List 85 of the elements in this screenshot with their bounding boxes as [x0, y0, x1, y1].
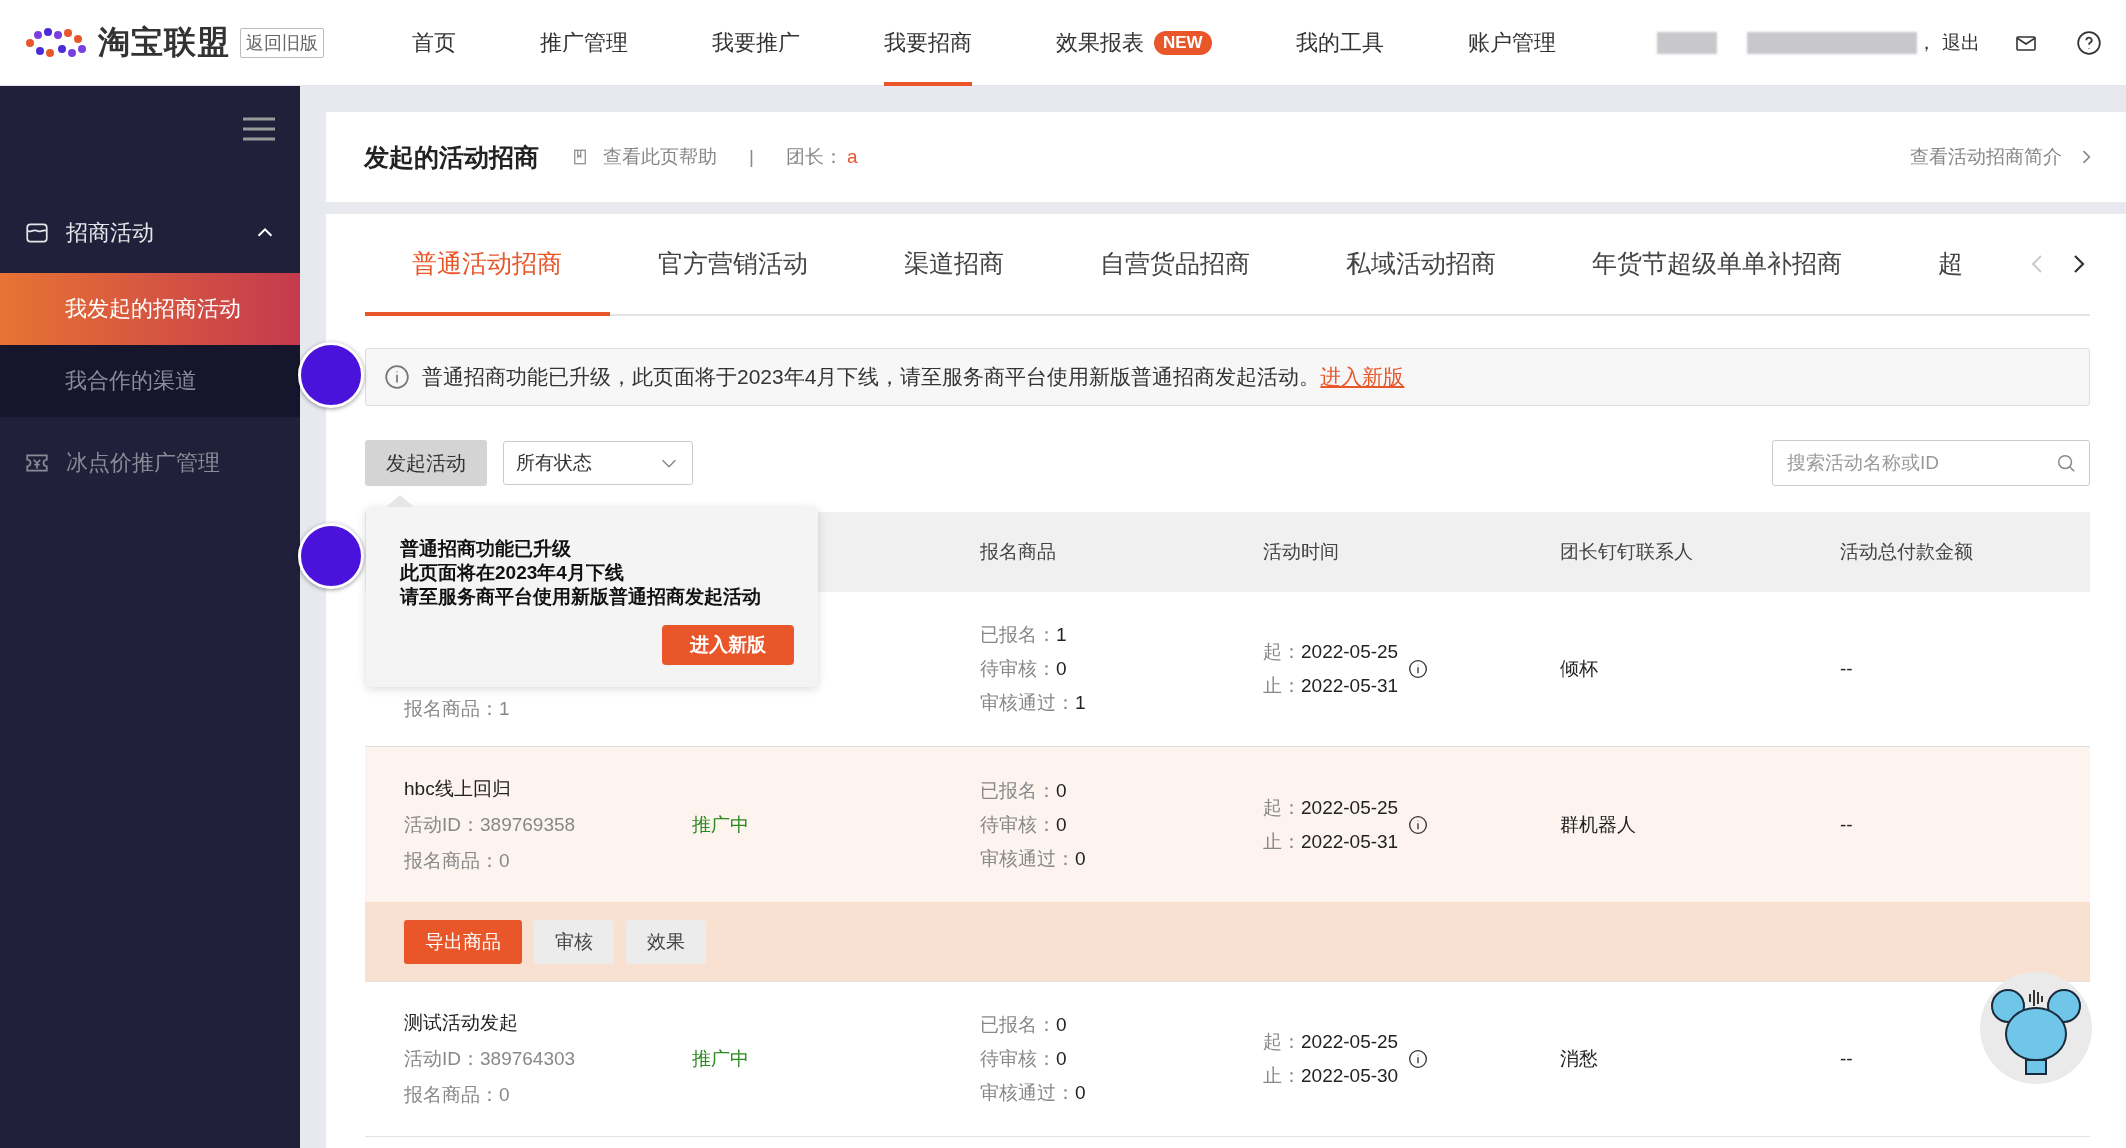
new-badge: NEW	[1154, 30, 1212, 55]
tab[interactable]: 渠道招商	[856, 214, 1052, 316]
tab[interactable]: 超	[1890, 214, 2011, 316]
sidebar-item[interactable]: 我合作的渠道	[0, 345, 300, 417]
logo-text: 淘宝联盟	[98, 22, 230, 62]
contact-cell-text: 倾杯	[1560, 657, 1599, 681]
book-icon	[571, 148, 589, 166]
nav-item[interactable]: 我要招商	[884, 0, 972, 86]
separator: ，	[1917, 30, 1936, 55]
activity-name: 测试活动发起	[404, 1011, 519, 1035]
info-icon	[1408, 814, 1429, 835]
logo-icon	[24, 26, 88, 59]
intro-link[interactable]: 查看活动招商简介	[1910, 144, 2062, 170]
tooltip-text: 此页面将在2023年4月下线	[400, 561, 625, 585]
end-date: 止：2022-05-31	[1263, 674, 1399, 698]
sidebar-group[interactable]: 冰点价推广管理	[66, 448, 276, 478]
notice-text: 普通招商功能已升级，此页面将于2023年4月下线，请至服务商平台使用新版普通招商发起活动。进入新版	[422, 364, 1405, 390]
nav-item[interactable]: 账户管理	[1467, 0, 1556, 86]
tab[interactable]: 自营货品招商	[1052, 214, 1298, 316]
leader-name: a	[846, 146, 858, 168]
activity-id: 活动ID：389764303	[404, 1047, 577, 1071]
action-button[interactable]: 效果	[626, 919, 706, 964]
stat-text: 审核通过：0	[980, 1081, 1087, 1105]
tab[interactable]: 官方营销活动	[610, 214, 856, 316]
nav-item[interactable]: 推广管理	[540, 0, 628, 86]
amount-cell-text: --	[1840, 813, 1854, 836]
info-icon	[1408, 1049, 1429, 1069]
store-icon	[24, 220, 50, 246]
start-date: 起：2022-05-25	[1263, 795, 1399, 820]
nav-item[interactable]: 效果报表 NEW	[1056, 0, 1212, 86]
sidebar-group[interactable]: 招商活动	[66, 218, 238, 248]
activity-name: hbc线上回归	[404, 776, 512, 801]
stat-text: 待审核：0	[980, 812, 1068, 837]
search-field[interactable]: 搜索活动名称或ID	[1772, 440, 2090, 486]
info-icon	[1408, 659, 1429, 679]
end-date: 止：2022-05-31	[1263, 829, 1399, 854]
sidebar-item[interactable]: 我发起的招商活动	[0, 273, 300, 345]
amount-cell-text: --	[1840, 658, 1854, 680]
nav-item[interactable]: 我的工具	[1295, 0, 1384, 86]
action-button[interactable]: 导出商品	[404, 919, 522, 964]
stat-text: 已报名：0	[980, 778, 1068, 803]
stat-text: 审核通过：1	[980, 691, 1087, 715]
logout-link[interactable]: 退出	[1942, 29, 1980, 56]
product-count: 报名商品：1	[404, 697, 511, 721]
column-header: 团长钉钉联系人	[1560, 540, 1694, 564]
product-count: 报名商品：0	[404, 848, 511, 873]
stat-text: 已报名：0	[980, 1013, 1068, 1037]
product-count: 报名商品：0	[404, 1083, 511, 1107]
help-link[interactable]: 查看此页帮助	[603, 144, 717, 170]
menu-icon	[242, 116, 276, 142]
tab[interactable]: 普通活动招商	[365, 214, 610, 316]
tooltip-text: 普通招商功能已升级	[400, 537, 572, 561]
create-activity-button[interactable]: 发起活动	[365, 440, 487, 486]
activity-id: 活动ID：389769358	[404, 812, 577, 837]
page-title: 发起的活动招商	[364, 141, 539, 173]
new-version-button[interactable]: 进入新版	[662, 625, 794, 665]
column-header: 活动总付款金额	[1840, 540, 1974, 564]
tooltip-arrow	[386, 495, 414, 507]
info-icon	[384, 364, 410, 390]
status-select[interactable]: 所有状态	[503, 441, 693, 485]
action-button[interactable]: 审核	[534, 919, 614, 964]
end-date: 止：2022-05-30	[1263, 1064, 1399, 1088]
nav-item[interactable]: 首页	[412, 0, 456, 86]
contact-cell-text: 群机器人	[1560, 812, 1637, 837]
tab[interactable]: 私域活动招商	[1298, 214, 1544, 316]
status-text: 推广中	[692, 1048, 749, 1069]
leader-label: 团长：	[785, 145, 843, 169]
stat-text: 审核通过：0	[980, 846, 1087, 871]
help-icon	[2076, 29, 2102, 56]
stat-text: 待审核：0	[980, 657, 1068, 681]
old-version-link[interactable]: 返回旧版	[240, 27, 324, 58]
nav-item[interactable]: 我要推广	[712, 0, 800, 86]
start-date: 起：2022-05-25	[1263, 1030, 1399, 1054]
divider-mark: |	[749, 146, 754, 168]
contact-cell-text: 消愁	[1560, 1047, 1599, 1071]
search-icon	[2055, 452, 2077, 474]
stat-text: 待审核：0	[980, 1047, 1068, 1071]
amount-cell-text: --	[1840, 1048, 1854, 1070]
start-date: 起：2022-05-25	[1263, 640, 1399, 664]
tab[interactable]: 年货节超级单单补招商	[1544, 214, 1890, 316]
status-text: 推广中	[692, 813, 749, 835]
tooltip-text: 请至服务商平台使用新版普通招商发起活动	[400, 585, 762, 609]
column-header: 活动时间	[1263, 540, 1340, 564]
column-header: 报名商品	[980, 540, 1057, 564]
stat-text: 已报名：1	[980, 623, 1068, 647]
